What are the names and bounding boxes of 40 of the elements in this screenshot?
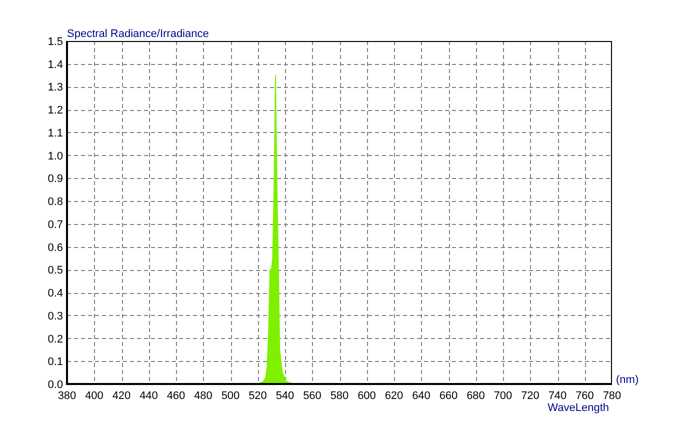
x-tick-label: 740 xyxy=(548,390,567,402)
y-tick-label: 1.1 xyxy=(48,127,63,140)
x-tick-label: 380 xyxy=(58,390,76,402)
x-tick-label: 480 xyxy=(194,390,212,402)
y-tick-label: 1.2 xyxy=(48,104,63,117)
unit-label: (nm) xyxy=(616,374,639,386)
y-tick-label: 0.7 xyxy=(48,218,63,231)
y-tick-label: 1.5 xyxy=(48,36,63,48)
x-tick-label: 460 xyxy=(166,390,186,402)
x-tick-label: 400 xyxy=(85,390,104,402)
y-tick-label: 0.5 xyxy=(48,264,63,277)
y-tick-label: 1.3 xyxy=(48,82,63,94)
x-tick-label: 500 xyxy=(221,390,240,402)
x-tick-label: 680 xyxy=(466,390,485,402)
y-tick-label: 0.3 xyxy=(48,310,63,322)
x-tick-label: 620 xyxy=(384,390,404,402)
x-tick-label: 640 xyxy=(412,390,430,402)
y-tick-label: 0.8 xyxy=(48,196,63,208)
x-tick-label: 760 xyxy=(576,390,594,402)
x-tick-label: 560 xyxy=(303,390,322,402)
y-tick-label: 0.1 xyxy=(48,356,63,368)
x-tick-label: 540 xyxy=(276,390,294,402)
x-tick-label: 780 xyxy=(602,390,622,402)
y-tick-label: 0.0 xyxy=(48,379,63,391)
x-tick-label: 600 xyxy=(358,390,376,402)
x-axis-title: WaveLength xyxy=(548,402,609,414)
y-tick-label: 0.9 xyxy=(48,173,63,186)
x-tick-label: 520 xyxy=(248,390,267,402)
y-tick-label: 1.0 xyxy=(48,150,63,162)
x-tick-label: 700 xyxy=(494,390,512,402)
x-tick-label: 720 xyxy=(521,390,540,402)
x-tick-label: 660 xyxy=(439,390,458,402)
x-tick-label: 440 xyxy=(140,390,158,402)
y-axis-title: Spectral Radiance/Irradiance xyxy=(67,28,209,40)
y-tick-label: 1.4 xyxy=(48,58,63,71)
y-tick-label: 0.4 xyxy=(48,288,63,300)
x-tick-label: 420 xyxy=(112,390,131,402)
y-tick-label: 0.2 xyxy=(48,333,63,346)
y-tick-label: 0.6 xyxy=(48,242,63,254)
x-tick-label: 580 xyxy=(330,390,349,402)
